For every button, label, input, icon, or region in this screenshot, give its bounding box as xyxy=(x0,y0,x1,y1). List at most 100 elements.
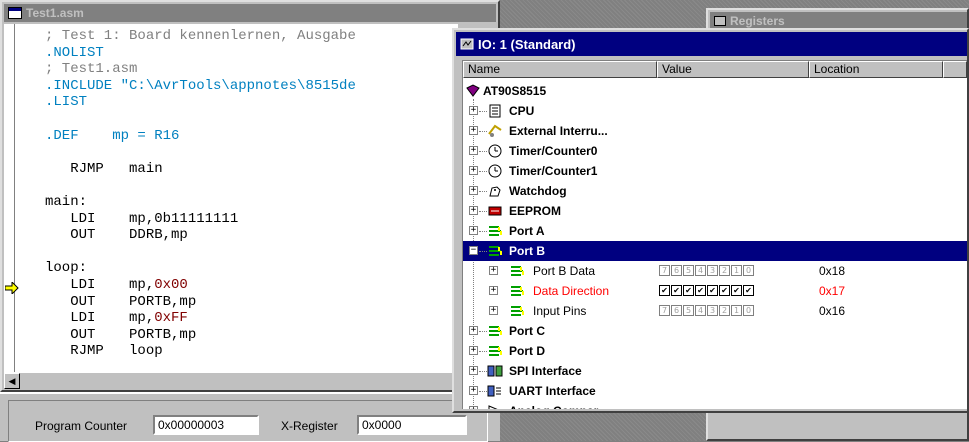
register-location: 0x16 xyxy=(819,304,846,318)
expand-icon[interactable]: + xyxy=(489,306,498,315)
source-titlebar[interactable]: Test1.asm xyxy=(4,4,496,22)
code-line[interactable]: .INCLUDE "C:\AvrTools\appnotes\8515de xyxy=(45,78,356,94)
bit-checkbox[interactable]: 1 xyxy=(731,265,742,276)
code-line[interactable]: .NOLIST xyxy=(45,45,104,61)
column-headers: Name Value Location xyxy=(463,61,967,78)
collapse-icon[interactable]: − xyxy=(469,246,478,255)
expand-icon[interactable]: + xyxy=(469,166,478,175)
code-line[interactable]: main: xyxy=(45,194,87,210)
bit-checkbox[interactable]: ✔ xyxy=(731,285,742,296)
bit-checkbox[interactable]: 1 xyxy=(731,305,742,316)
bit-checkbox[interactable]: 2 xyxy=(719,305,730,316)
expand-icon[interactable]: + xyxy=(469,366,478,375)
tree-item-port-a[interactable]: + Port A xyxy=(463,221,967,241)
expand-icon[interactable]: + xyxy=(469,406,478,409)
program-counter-label: Program Counter xyxy=(35,419,128,433)
expand-icon[interactable]: + xyxy=(489,286,498,295)
column-header-location[interactable]: Location xyxy=(809,61,943,78)
bit-checkbox[interactable]: 4 xyxy=(695,305,706,316)
code-line[interactable]: LDI mp,0x00 xyxy=(45,277,188,293)
tree-item-cpu[interactable]: + CPU xyxy=(463,101,967,121)
tree-item-watchdog[interactable]: + Watchdog xyxy=(463,181,967,201)
bit-checkbox[interactable]: ✔ xyxy=(743,285,754,296)
tree-item-timer-counter1[interactable]: + Timer/Counter1 xyxy=(463,161,967,181)
x-register-field[interactable]: 0x0000 xyxy=(357,415,467,435)
tree-item-port-d[interactable]: + Port D xyxy=(463,341,967,361)
tree-item-timer-counter0[interactable]: + Timer/Counter0 xyxy=(463,141,967,161)
scroll-left-arrow-icon[interactable]: ◀ xyxy=(4,373,20,389)
column-header-value[interactable]: Value xyxy=(657,61,809,78)
expand-icon[interactable]: + xyxy=(469,106,478,115)
tree-connector-line xyxy=(479,171,487,172)
code-line[interactable]: ; Test 1: Board kennenlernen, Ausgabe xyxy=(45,28,356,44)
code-line[interactable]: RJMP loop xyxy=(45,343,162,359)
tree-item-label: Timer/Counter0 xyxy=(509,144,598,158)
tree-item-analog-compar[interactable]: + Analog Compar... xyxy=(463,401,967,409)
bit-checkbox[interactable]: ✔ xyxy=(671,285,682,296)
expand-icon[interactable]: + xyxy=(469,146,478,155)
bit-checkbox[interactable]: 0 xyxy=(743,265,754,276)
tree-connector-line xyxy=(479,371,487,372)
program-counter-field[interactable]: 0x00000003 xyxy=(153,415,259,435)
tree-item-eeprom[interactable]: + EEPROM xyxy=(463,201,967,221)
tree-item-port-c[interactable]: + Port C xyxy=(463,321,967,341)
breakpoint-gutter[interactable] xyxy=(4,24,14,372)
bit-checkbox[interactable]: ✔ xyxy=(695,285,706,296)
bit-checkbox[interactable]: 3 xyxy=(707,305,718,316)
code-line[interactable]: OUT DDRB,mp xyxy=(45,227,188,243)
column-header-extra[interactable] xyxy=(943,61,967,78)
register-label: Input Pins xyxy=(533,304,587,318)
tree-item-label: Port D xyxy=(509,344,545,358)
bit-checkbox[interactable]: 0 xyxy=(743,305,754,316)
bit-checkbox[interactable]: 5 xyxy=(683,305,694,316)
expand-icon[interactable]: + xyxy=(469,186,478,195)
tree-item-uart-interface[interactable]: + UART Interface xyxy=(463,381,967,401)
expand-icon[interactable]: + xyxy=(469,386,478,395)
code-line[interactable]: OUT PORTB,mp xyxy=(45,294,196,310)
tree-item-external-interru[interactable]: + External Interru... xyxy=(463,121,967,141)
code-line[interactable]: ; Test1.asm xyxy=(45,61,137,77)
bit-checkbox[interactable]: 4 xyxy=(695,265,706,276)
tree-root-row[interactable]: AT90S8515 xyxy=(463,81,967,101)
bit-checkbox[interactable]: 5 xyxy=(683,265,694,276)
expand-icon[interactable]: + xyxy=(469,226,478,235)
code-line[interactable]: RJMP main xyxy=(45,161,162,177)
tree-connector-line xyxy=(479,231,487,232)
bit-checkbox[interactable]: 3 xyxy=(707,265,718,276)
io-titlebar[interactable]: IO: 1 (Standard) xyxy=(456,32,967,56)
code-line[interactable]: .DEF mp = R16 xyxy=(45,128,179,144)
io-window[interactable]: IO: 1 (Standard) Name Value Location AT9… xyxy=(452,28,969,413)
horizontal-scrollbar[interactable]: ◀ xyxy=(4,372,458,389)
expand-icon[interactable]: + xyxy=(469,206,478,215)
bit-checkbox[interactable]: 2 xyxy=(719,265,730,276)
expand-icon[interactable]: + xyxy=(469,126,478,135)
bit-checkbox[interactable]: ✔ xyxy=(683,285,694,296)
tree-item-spi-interface[interactable]: + SPI Interface xyxy=(463,361,967,381)
code-line[interactable]: LDI mp,0xFF xyxy=(45,310,188,326)
code-line[interactable]: LDI mp,0b11111111 xyxy=(45,211,238,227)
expand-icon[interactable]: + xyxy=(489,266,498,275)
column-header-name[interactable]: Name xyxy=(463,61,657,78)
code-editor[interactable]: ; Test 1: Board kennenlernen, Ausgabe .NO… xyxy=(14,24,458,372)
code-line[interactable]: OUT PORTB,mp xyxy=(45,327,196,343)
port-b-register-row[interactable]: + Port B Data 7 6 5 4 3 2 1 0 0x18 xyxy=(463,261,967,281)
expand-icon[interactable]: + xyxy=(469,326,478,335)
bit-checkbox[interactable]: 7 xyxy=(659,265,670,276)
bit-checkbox[interactable]: 6 xyxy=(671,305,682,316)
chip-icon xyxy=(466,84,480,97)
execution-pointer-icon xyxy=(5,282,19,294)
bit-checkbox[interactable]: ✔ xyxy=(707,285,718,296)
bit-checkbox[interactable]: 6 xyxy=(671,265,682,276)
status-panel-frame: Program Counter 0x00000003 X-Register 0x… xyxy=(8,400,488,442)
code-line[interactable]: loop: xyxy=(45,260,87,276)
tree-item-port-b[interactable]: − Port B xyxy=(463,241,967,261)
port-b-register-row[interactable]: + Input Pins 7 6 5 4 3 2 1 0 0x16 xyxy=(463,301,967,321)
source-window[interactable]: Test1.asm ; Test 1: Board kennenlernen, … xyxy=(0,0,500,392)
port-b-register-row[interactable]: + Data Direction ✔ ✔ ✔ ✔ ✔ ✔ ✔ ✔ 0x17 xyxy=(463,281,967,301)
bit-checkbox[interactable]: ✔ xyxy=(719,285,730,296)
code-line[interactable]: .LIST xyxy=(45,94,87,110)
bit-checkbox[interactable]: 7 xyxy=(659,305,670,316)
expand-icon[interactable]: + xyxy=(469,346,478,355)
io-tree-list[interactable]: Name Value Location AT90S8515 + CPU + Extern… xyxy=(462,60,967,409)
bit-checkbox[interactable]: ✔ xyxy=(659,285,670,296)
